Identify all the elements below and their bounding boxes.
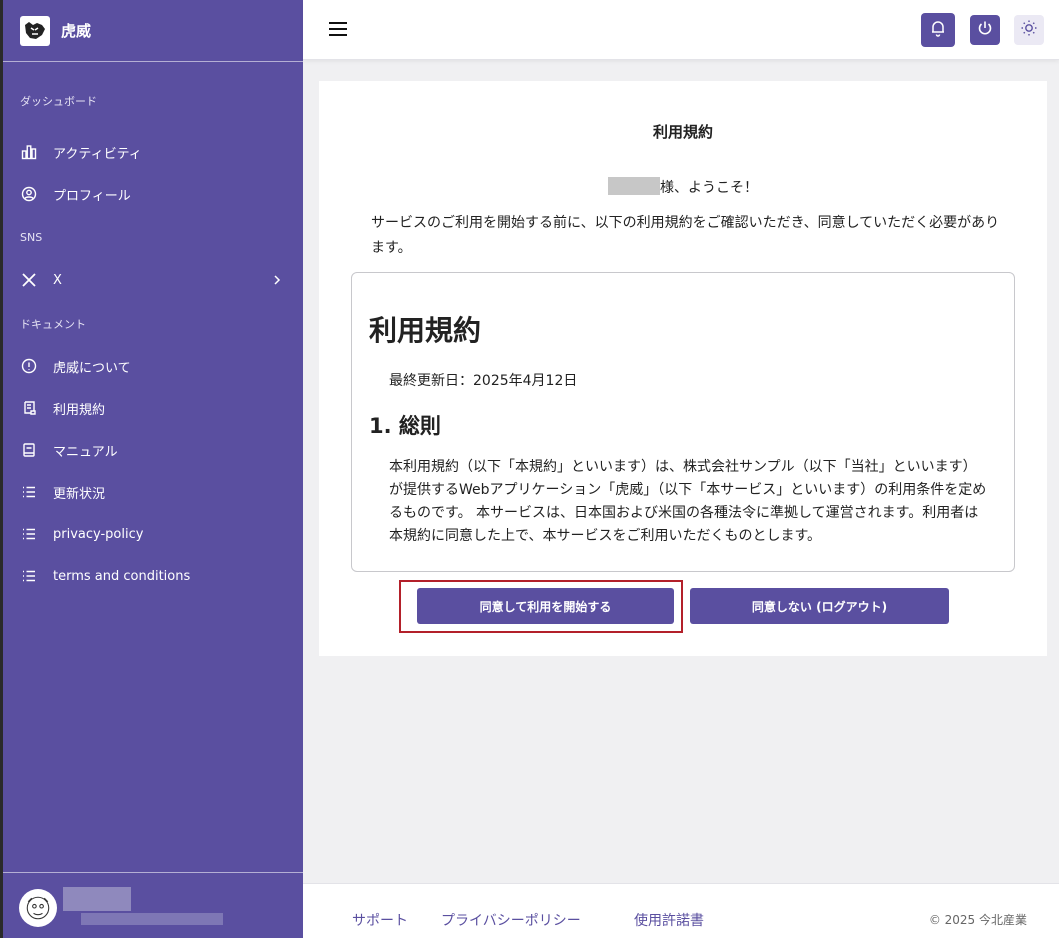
theme-toggle-button[interactable] bbox=[1014, 15, 1044, 45]
list-icon bbox=[20, 483, 38, 501]
sidebar-item-manual[interactable]: マニュアル bbox=[3, 429, 303, 471]
footer-link-support[interactable]: サポート bbox=[352, 910, 408, 930]
terms-section-body: 本利用規約（以下「本規約」といいます）は、株式会社サンプル（以下「当社」といいま… bbox=[389, 459, 987, 544]
sidebar-item-about[interactable]: 虎威について bbox=[3, 345, 303, 387]
user-circle-icon bbox=[20, 185, 38, 203]
sidebar-item-updates[interactable]: 更新状況 bbox=[3, 471, 303, 513]
section-label-documents: ドキュメント bbox=[20, 318, 86, 331]
info-icon bbox=[20, 357, 38, 375]
sidebar-item-privacy-policy[interactable]: privacy-policy bbox=[3, 513, 303, 555]
section-label-dashboard: ダッシュボード bbox=[20, 95, 97, 108]
copyright: © 2025 今北産業 bbox=[928, 913, 1027, 927]
intro-text: サービスのご利用を開始する前に、以下の利用規約をご確認いただき、同意していただく… bbox=[371, 215, 1000, 256]
terms-section-title: 1. 総則 bbox=[369, 414, 441, 438]
bar-chart-icon bbox=[20, 143, 38, 161]
brand[interactable]: 虎威 bbox=[3, 0, 303, 62]
sidebar-item-activity[interactable]: アクティビティ bbox=[3, 131, 303, 173]
bell-icon bbox=[929, 19, 947, 41]
terms-updated-date: 最終更新日：2025年4月12日 bbox=[389, 373, 578, 389]
power-icon bbox=[976, 19, 994, 41]
terms-scroll-box[interactable]: 利用規約 最終更新日：2025年4月12日 1. 総則 本利用規約（以下「本規約… bbox=[351, 272, 1015, 572]
list-icon bbox=[20, 567, 38, 585]
sidebar-item-x[interactable]: X bbox=[3, 259, 303, 301]
chevron-right-icon bbox=[271, 272, 283, 288]
footer-link-privacy-policy[interactable]: プライバシーポリシー bbox=[441, 910, 581, 930]
sidebar-item-label: 虎威について bbox=[53, 360, 131, 376]
decline-logout-button[interactable]: 同意しない (ログアウト) bbox=[690, 588, 949, 624]
terms-heading: 利用規約 bbox=[369, 314, 482, 347]
sidebar-item-label: マニュアル bbox=[53, 444, 118, 460]
sidebar-item-label: プロフィール bbox=[53, 188, 131, 204]
x-logo-icon bbox=[20, 271, 38, 289]
notifications-button[interactable] bbox=[921, 13, 955, 47]
sun-icon bbox=[1020, 19, 1038, 41]
avatar bbox=[19, 889, 57, 927]
section-label-sns: SNS bbox=[20, 231, 43, 244]
agree-button[interactable]: 同意して利用を開始する bbox=[417, 588, 674, 624]
hamburger-menu-icon[interactable] bbox=[328, 21, 348, 37]
sidebar-item-label: 利用規約 bbox=[53, 402, 106, 418]
terms-card: 利用規約 様、ようこそ！ サービスのご利用を開始する前に、以下の利用規約をご確認… bbox=[319, 81, 1047, 656]
user-id-redacted bbox=[81, 913, 223, 925]
top-header bbox=[303, 0, 1059, 60]
logout-button[interactable] bbox=[970, 15, 1000, 45]
scroll-icon bbox=[20, 399, 38, 417]
welcome-suffix: 様、ようこそ！ bbox=[660, 180, 758, 196]
book-icon bbox=[20, 441, 38, 459]
sidebar-item-label: terms and conditions bbox=[53, 568, 191, 584]
sidebar-item-terms[interactable]: 利用規約 bbox=[3, 387, 303, 429]
welcome-message: 様、ようこそ！ bbox=[319, 177, 1047, 197]
sidebar-item-profile[interactable]: プロフィール bbox=[3, 173, 303, 215]
sidebar-item-terms-and-conditions[interactable]: terms and conditions bbox=[3, 555, 303, 597]
brand-name: 虎威 bbox=[61, 22, 92, 40]
page-title: 利用規約 bbox=[652, 123, 713, 141]
footer: サポート プライバシーポリシー 使用許諾書 © 2025 今北産業 bbox=[303, 883, 1059, 938]
sidebar-item-label: 更新状況 bbox=[53, 486, 106, 502]
sidebar-item-label: アクティビティ bbox=[53, 146, 142, 162]
sidebar-item-label: privacy-policy bbox=[53, 526, 144, 542]
list-icon bbox=[20, 525, 38, 543]
sidebar: 虎威 ダッシュボード アクティビティ プロフィール SNS X ドキュメント 虎… bbox=[0, 0, 303, 938]
footer-link-license[interactable]: 使用許諾書 bbox=[634, 910, 704, 930]
username-redacted bbox=[608, 177, 660, 195]
sidebar-item-label: X bbox=[53, 272, 62, 288]
user-area[interactable] bbox=[3, 872, 303, 938]
tiger-logo-icon bbox=[20, 15, 50, 46]
username-redacted bbox=[63, 887, 131, 911]
